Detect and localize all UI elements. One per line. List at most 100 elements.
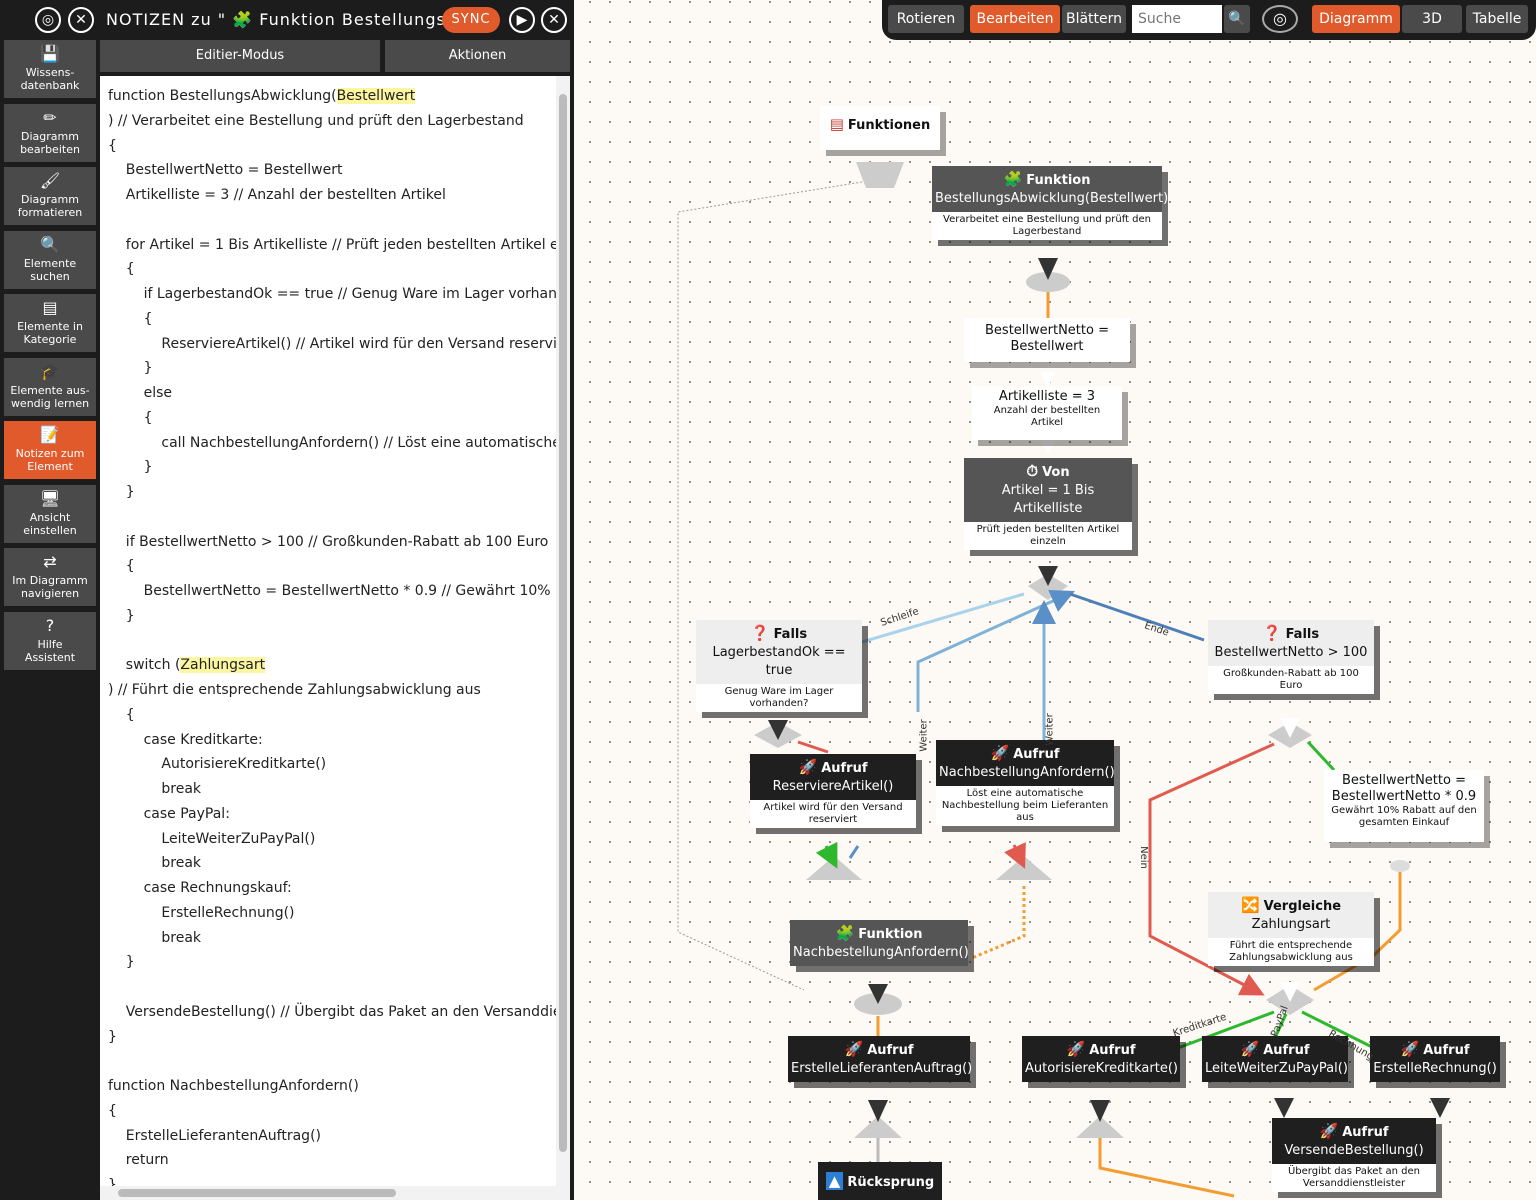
sidebar-item-1[interactable]: ✏ Diagramm bearbeiten [4, 103, 96, 162]
assign-node-1[interactable]: BestellwertNetto = Bestellwert [964, 318, 1130, 362]
horizontal-scrollbar[interactable] [100, 1186, 570, 1200]
code-line: ErstelleLieferantenAuftrag() [108, 1126, 321, 1146]
tab-actions[interactable]: Aktionen [385, 40, 570, 72]
up-arrow-icon: ▲ [825, 1172, 844, 1190]
stopwatch-icon: ⏱ [1026, 462, 1039, 480]
node-kind: Aufruf [1423, 1043, 1470, 1058]
target-icon[interactable]: ◎ [1262, 5, 1298, 33]
code-editor[interactable]: function BestellungsAbwicklung(Bestellwe… [100, 76, 556, 1186]
call-node-reserve[interactable]: 🚀 Aufruf ReserviereArtikel() Artikel wird … [750, 754, 916, 828]
sidebar-item-label: Elemente suchen [23, 256, 77, 283]
code-line: return [108, 1150, 169, 1170]
call-node-nachbestellung[interactable]: 🚀 Aufruf NachbestellungAnfordern() Löst ei… [936, 740, 1115, 826]
if-node-lager[interactable]: ❓ Falls LagerbestandOk == true Genug Ware … [696, 620, 862, 712]
vertical-scrollbar[interactable] [556, 76, 570, 1186]
code-highlight[interactable]: Zahlungsart [180, 657, 266, 674]
diagram-canvas[interactable]: Rotieren Bearbeiten Blättern 🔍 ◎ Diagram… [574, 0, 1536, 1200]
code-line: LeiteWeiterZuPayPal() [108, 829, 315, 849]
sidebar-item-label: Wissens- datenbank [20, 66, 80, 92]
code-line: switch (Zahlungsart [108, 655, 266, 675]
loop-node[interactable]: ⏱ Von Artikel = 1 Bis Artikelliste Prüft j… [964, 458, 1132, 550]
node-expr: LagerbestandOk == true [712, 645, 846, 678]
code-line: { [108, 408, 153, 428]
rocket-icon: 🚀 [1066, 1040, 1086, 1058]
if-node-rabatt[interactable]: ❓ Falls BestellwertNetto > 100 Großkunden-… [1208, 620, 1374, 694]
code-text: { [108, 1102, 117, 1119]
functions-list-icon: ▤ [829, 115, 844, 133]
node-kind: Falls [773, 627, 808, 642]
rotate-button[interactable]: Rotieren [888, 5, 964, 33]
diagram-view-button[interactable]: Diagramm [1312, 5, 1400, 33]
top-bar: ◎ ✕ NOTIZEN zu " 🧩 Funktion BestellungsA… [0, 0, 574, 40]
code-line: ) // Führt die entsprechende Zahlungsabw… [108, 680, 481, 700]
sidebar-item-4[interactable]: ▤ Elemente in Kategorie [4, 294, 96, 352]
code-line: { [108, 259, 135, 279]
sidebar-item-2[interactable]: 🖌 Diagramm formatieren [4, 167, 96, 225]
close-icon[interactable]: ✕ [68, 7, 94, 33]
funktionen-node[interactable]: ▤ Funktionen [820, 106, 940, 150]
node-kind: Funktion [858, 927, 923, 942]
code-highlight[interactable]: Bestellwert [336, 88, 416, 104]
call-node-versand[interactable]: 🚀 Aufruf VersendeBestellung() Übergibt das… [1272, 1118, 1436, 1192]
node-desc: Großkunden-Rabatt ab 100 Euro [1208, 666, 1374, 694]
code-text: AutorisiereKreditkarte() [108, 756, 327, 773]
node-name: NachbestellungAnfordern() [939, 765, 1115, 780]
assign-node-rabatt[interactable]: BestellwertNetto = BestellwertNetto * 0.… [1324, 770, 1484, 842]
node-desc: Übergibt das Paket an den Versanddienstl… [1272, 1164, 1436, 1192]
browse-button[interactable]: Blättern [1062, 5, 1126, 33]
tab-edit-mode[interactable]: Editier-Modus [100, 40, 380, 72]
search-input[interactable] [1132, 5, 1222, 33]
code-text: case PayPal: [108, 805, 230, 822]
shuffle-icon: 🔀 [1240, 896, 1260, 914]
call-node-kreditkarte[interactable]: 🚀 Aufruf AutorisiereKreditkarte() [1022, 1036, 1180, 1082]
sidebar-item-6[interactable]: 📝 Notizen zum Element [4, 421, 96, 479]
sync-button[interactable]: SYNC [442, 7, 500, 33]
call-node-rechnung[interactable]: 🚀 Aufruf ErstelleRechnung() [1370, 1036, 1500, 1082]
code-text: Artikelliste = 3 // Anzahl der bestellte… [108, 187, 446, 203]
target-icon[interactable]: ◎ [35, 7, 61, 33]
node-desc: Löst eine automatische Nachbestellung be… [936, 786, 1114, 826]
code-text: { [108, 310, 153, 327]
sidebar-item-5[interactable]: 🎓 Elemente aus- wendig lernen [4, 357, 96, 416]
sidebar-item-label: Diagramm bearbeiten [20, 129, 80, 156]
edit-button[interactable]: Bearbeiten [970, 5, 1060, 33]
sidebar-icon: ⇄ [43, 552, 57, 571]
sidebar-item-9[interactable]: ? Hilfe Assistent [4, 611, 96, 670]
scroll-thumb[interactable] [559, 94, 567, 1152]
close-notes-icon[interactable]: ✕ [541, 7, 567, 33]
function-node-main[interactable]: 🧩 Funktion BestellungsAbwicklung(Bestellwe… [932, 166, 1168, 240]
sidebar-item-0[interactable]: 💾 Wissens- datenbank [4, 40, 96, 98]
hscroll-thumb[interactable] [118, 1189, 396, 1197]
sidebar-item-label: Elemente aus- wendig lernen [10, 383, 90, 410]
search-icon[interactable]: 🔍 [1224, 5, 1250, 33]
return-node[interactable]: ▲ Rücksprung [818, 1162, 942, 1200]
3d-view-button[interactable]: 3D [1402, 5, 1462, 33]
code-line: } [108, 606, 135, 626]
table-view-button[interactable]: Tabelle [1466, 5, 1528, 33]
rocket-icon: 🚀 [990, 744, 1010, 762]
code-line: ErstelleRechnung() [108, 903, 294, 923]
rocket-icon: 🚀 [844, 1040, 864, 1058]
code-text: { [108, 409, 153, 426]
code-line: { [108, 136, 117, 156]
puzzle-icon: 🧩 [1003, 170, 1023, 188]
function-node-nachbestellung[interactable]: 🧩 Funktion NachbestellungAnfordern() [790, 920, 969, 966]
sidebar-item-3[interactable]: 🔍 Elemente suchen [4, 230, 96, 289]
sidebar-icon: 💾 [40, 44, 60, 63]
code-text: function NachbestellungAnfordern() [108, 1078, 359, 1094]
play-icon[interactable]: ▶ [509, 7, 535, 33]
switch-node[interactable]: 🔀 Vergleiche Zahlungsart Führt die entspre… [1208, 892, 1374, 966]
node-name: NachbestellungAnfordern() [793, 945, 969, 960]
sidebar-item-7[interactable]: 🖥 Ansicht einstellen [4, 484, 96, 543]
code-line: { [108, 1101, 117, 1121]
sidebar-item-8[interactable]: ⇄ Im Diagramm navigieren [4, 548, 96, 606]
node-kind: Falls [1285, 627, 1320, 642]
call-node-paypal[interactable]: 🚀 Aufruf LeiteWeiterZuPayPal() [1202, 1036, 1348, 1082]
call-node-lieferant[interactable]: 🚀 Aufruf ErstelleLieferantenAuftrag() [788, 1036, 972, 1082]
code-line: ) // Verarbeitet eine Bestellung und prü… [108, 111, 524, 131]
question-icon: ❓ [750, 624, 770, 642]
assign-node-2[interactable]: Artikelliste = 3 Anzahl der bestellten A… [972, 386, 1122, 440]
sidebar-icon: ▤ [42, 298, 58, 317]
mode-bar: Editier-Modus Aktionen [100, 40, 574, 76]
code-line: function NachbestellungAnfordern() [108, 1076, 359, 1096]
